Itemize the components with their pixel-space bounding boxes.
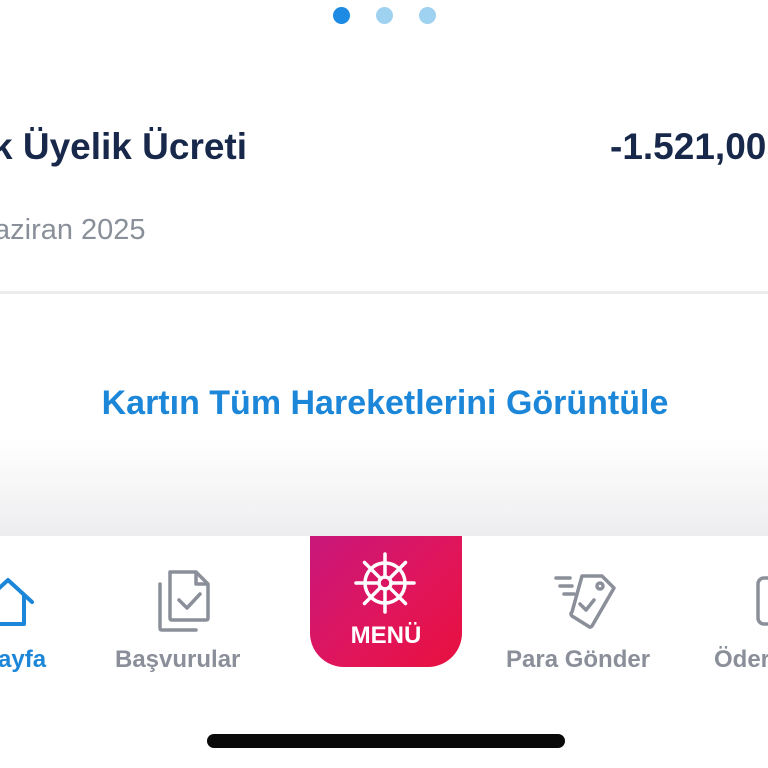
nav-label-applications: Başvurular — [115, 646, 241, 673]
menu-label: MENÜ — [350, 622, 422, 649]
home-icon — [0, 578, 34, 626]
screen: k Üyelik Ücreti -1.521,00 aziran 2025 Ka… — [0, 0, 768, 768]
view-all-transactions-link[interactable]: Kartın Tüm Hareketlerini Görüntüle — [0, 384, 768, 423]
ship-wheel-icon — [354, 552, 416, 614]
nav-label-send-money: Para Gönder — [506, 646, 651, 673]
nav-item-home[interactable]: ayfa — [0, 536, 80, 686]
divider — [0, 291, 768, 294]
page-dot-1[interactable] — [333, 7, 350, 24]
documents-check-icon — [158, 570, 210, 632]
nav-item-applications[interactable]: Başvurular — [110, 536, 260, 686]
home-indicator-bar — [207, 734, 565, 748]
nav-label-payments: Öder — [714, 646, 768, 673]
transaction-amount: -1.521,00 — [610, 126, 767, 167]
page-dot-2[interactable] — [376, 7, 393, 24]
content-fade — [0, 440, 768, 536]
page-indicator — [0, 6, 768, 24]
transaction-date: aziran 2025 — [0, 214, 146, 246]
nav-label-home: ayfa — [0, 646, 47, 673]
send-money-tag-icon — [554, 574, 616, 629]
page-dot-3[interactable] — [419, 7, 436, 24]
transaction-title[interactable]: k Üyelik Ücreti — [0, 126, 247, 168]
menu-button[interactable]: MENÜ — [310, 536, 462, 667]
payment-icon — [756, 576, 768, 626]
nav-item-payments[interactable]: Öder — [708, 536, 768, 686]
nav-item-send-money[interactable]: Para Gönder — [500, 536, 670, 686]
